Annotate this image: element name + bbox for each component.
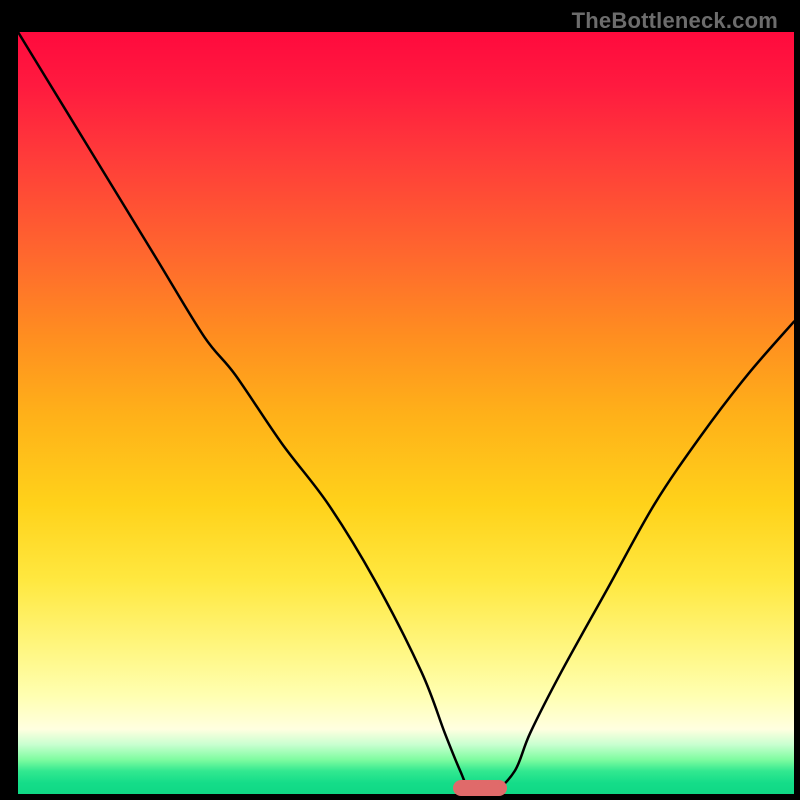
chart-frame: TheBottleneck.com <box>6 6 794 794</box>
bottleneck-curve <box>18 32 794 794</box>
watermark-text: TheBottleneck.com <box>572 8 778 34</box>
plot-area <box>18 32 794 794</box>
optimal-marker <box>453 780 507 796</box>
